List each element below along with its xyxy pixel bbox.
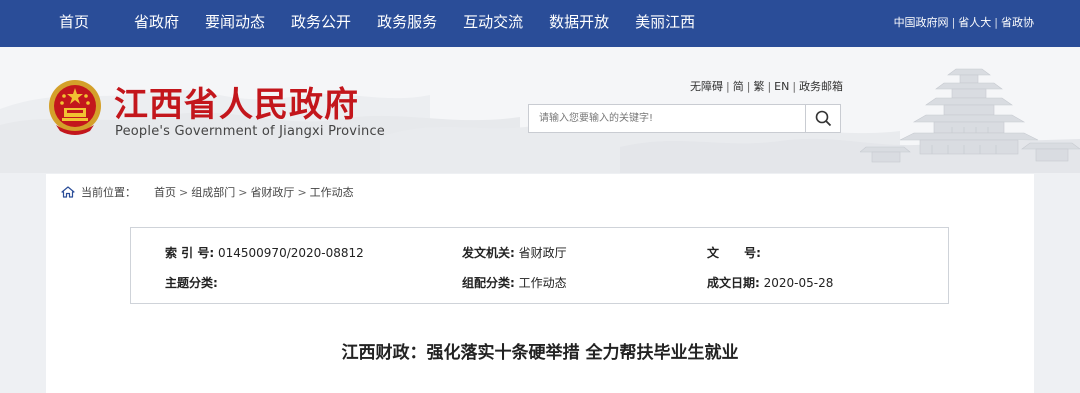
- external-links: 中国政府网 | 省人大 | 省政协: [894, 0, 1034, 45]
- search-icon: [815, 110, 831, 127]
- meta-docno-label: 文 号:: [707, 246, 761, 260]
- nav-item-beautiful-jiangxi[interactable]: 美丽江西: [622, 0, 708, 47]
- nav-item-open-data[interactable]: 数据开放: [536, 0, 622, 47]
- national-emblem-icon: [49, 80, 101, 135]
- top-nav-bar: 首页 省政府 要闻动态 政务公开 政务服务 互动交流 数据开放 美丽江西 中国政…: [0, 0, 1080, 47]
- meta-index-number: 索 引 号: 014500970/2020-08812: [165, 244, 364, 261]
- separator: |: [792, 80, 797, 93]
- article-container: 当前位置： 首页 > 组成部门 > 省财政厅 > 工作动态 索 引 号: 014…: [46, 174, 1034, 393]
- separator: |: [767, 80, 772, 93]
- meta-index-value: 014500970/2020-08812: [217, 246, 364, 260]
- article-title: 江西财政：强化落实十条硬举措 全力帮扶毕业生就业: [341, 343, 739, 363]
- breadcrumb-departments[interactable]: 组成部门: [191, 184, 235, 200]
- traditional-chinese-link[interactable]: 繁: [753, 80, 764, 93]
- gov-mailbox-link[interactable]: 政务邮箱: [799, 80, 843, 93]
- separator: |: [994, 16, 998, 29]
- search-button[interactable]: [805, 105, 840, 132]
- utility-links: 无障碍 | 简 | 繁 | EN | 政务邮箱: [690, 78, 843, 94]
- separator: |: [951, 16, 956, 29]
- site-subtitle: People's Government of Jiangxi Province: [115, 124, 385, 139]
- meta-date: 成文日期: 2020-05-28: [707, 274, 833, 291]
- separator: |: [726, 80, 730, 93]
- breadcrumb-work-news[interactable]: 工作动态: [310, 184, 354, 200]
- meta-date-label: 成文日期:: [707, 276, 760, 290]
- tengwang-pavilion-decoration: [860, 68, 1080, 163]
- site-title[interactable]: 江西省人民政府: [114, 77, 359, 126]
- meta-category-label: 组配分类:: [462, 276, 515, 290]
- link-central-gov[interactable]: 中国政府网: [894, 16, 949, 29]
- meta-issuer-value: 省财政厅: [518, 246, 567, 260]
- nav-item-gov-affairs-open[interactable]: 政务公开: [278, 0, 364, 47]
- meta-topic-label: 主题分类:: [165, 276, 218, 290]
- home-icon: [61, 186, 75, 198]
- document-metadata-box: 索 引 号: 014500970/2020-08812 发文机关: 省财政厅 文…: [130, 227, 949, 304]
- nav-item-provincial-gov[interactable]: 省政府: [121, 0, 192, 47]
- nav-item-news[interactable]: 要闻动态: [192, 0, 278, 47]
- meta-issuer: 发文机关: 省财政厅: [462, 244, 567, 261]
- breadcrumb: 当前位置： 首页 > 组成部门 > 省财政厅 > 工作动态: [61, 184, 354, 200]
- nav-item-gov-services[interactable]: 政务服务: [364, 0, 450, 47]
- nav-item-home[interactable]: 首页: [46, 0, 121, 47]
- meta-topic: 主题分类:: [165, 274, 218, 291]
- search-input[interactable]: [529, 105, 806, 132]
- separator: |: [746, 80, 751, 93]
- link-provincial-cppcc[interactable]: 省政协: [1001, 16, 1034, 29]
- breadcrumb-separator: >: [179, 185, 189, 199]
- link-provincial-congress[interactable]: 省人大: [958, 16, 991, 29]
- meta-doc-number: 文 号:: [707, 244, 761, 261]
- english-link[interactable]: EN: [774, 80, 789, 93]
- accessibility-link[interactable]: 无障碍: [690, 80, 723, 93]
- meta-date-value: 2020-05-28: [763, 276, 834, 290]
- breadcrumb-separator: >: [238, 185, 248, 199]
- breadcrumb-home[interactable]: 首页: [154, 184, 176, 200]
- meta-category: 组配分类: 工作动态: [462, 274, 567, 291]
- meta-category-value: 工作动态: [518, 276, 567, 290]
- meta-issuer-label: 发文机关:: [462, 246, 515, 260]
- meta-index-label: 索 引 号:: [165, 246, 215, 260]
- breadcrumb-separator: >: [297, 185, 307, 199]
- nav-item-interaction[interactable]: 互动交流: [450, 0, 536, 47]
- simplified-chinese-link[interactable]: 简: [733, 80, 744, 93]
- search-box: [528, 104, 841, 133]
- breadcrumb-label: 当前位置：: [81, 186, 136, 199]
- site-header: 江西省人民政府 People's Government of Jiangxi P…: [0, 47, 1080, 173]
- breadcrumb-finance-dept[interactable]: 省财政厅: [250, 184, 294, 200]
- main-nav: 首页 省政府 要闻动态 政务公开 政务服务 互动交流 数据开放 美丽江西: [46, 0, 708, 47]
